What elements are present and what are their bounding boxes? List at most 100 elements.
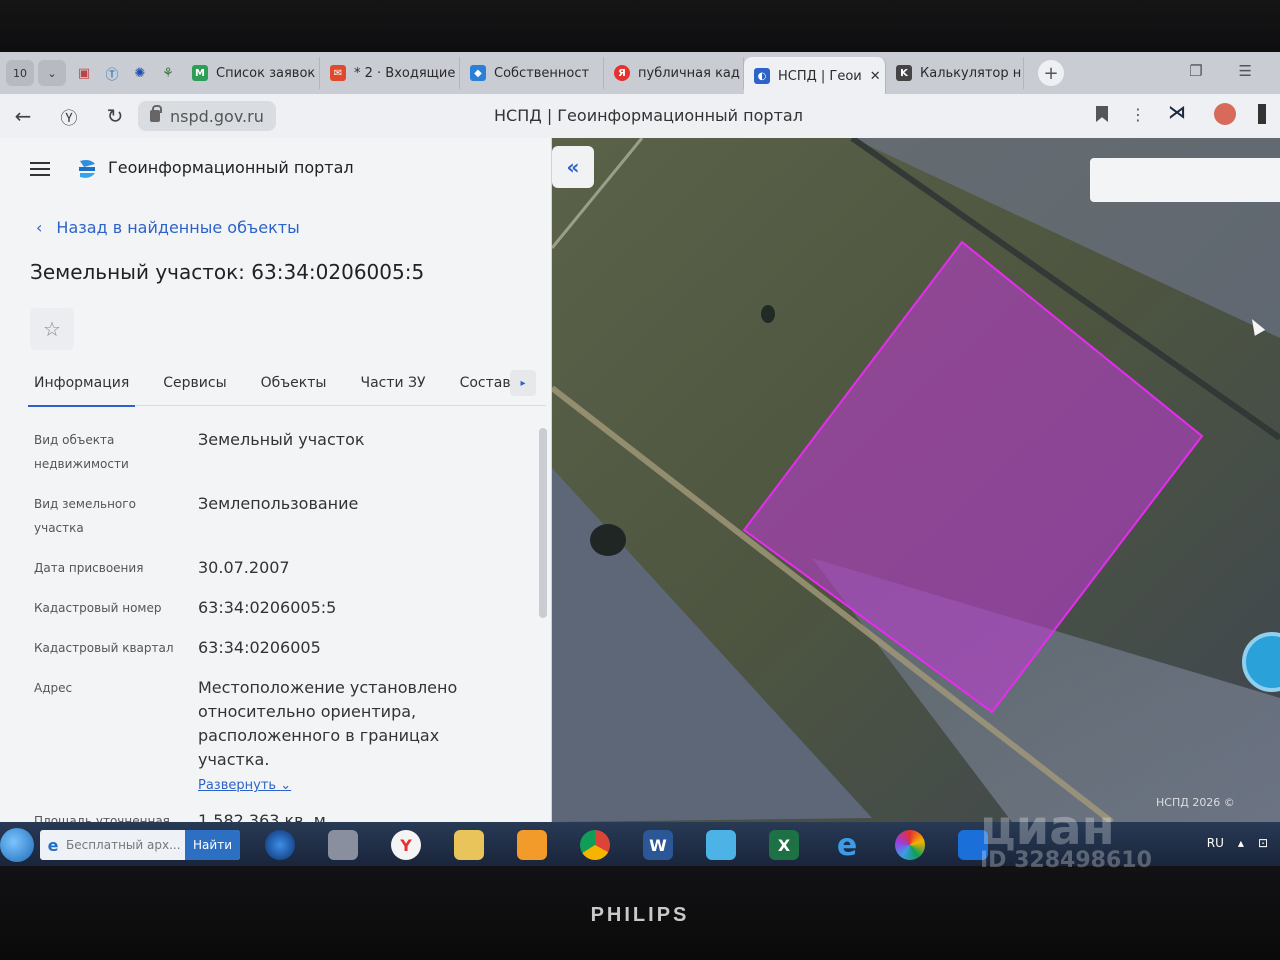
more-vertical-icon[interactable]: ⋮ (1130, 105, 1146, 124)
tab-1-favicon-icon: ✉ (330, 65, 346, 81)
back-link-label: Назад в найденные объекты (56, 218, 300, 237)
address-bar: ← Ⓨ ↻ nspd.gov.ru НСПД | Геоинформационн… (0, 94, 1280, 138)
word-icon[interactable]: W (632, 825, 684, 865)
excel-icon[interactable]: X (758, 825, 810, 865)
cube-app-icon[interactable] (695, 825, 747, 865)
property-value: Землепользование (198, 494, 359, 513)
reload-icon[interactable]: ↻ (92, 94, 138, 138)
tab-3-label: публичная кад (638, 65, 740, 81)
property-key: Вид объекта недвижимости (34, 433, 129, 471)
tab-4-active[interactable]: ◐ НСПД | Геои ✕ (744, 57, 886, 95)
tab-4-favicon-icon: ◐ (754, 68, 770, 84)
chevron-left-icon: ‹ (36, 218, 43, 237)
file-explorer-icon[interactable] (443, 825, 495, 865)
photo-viewer-icon[interactable] (884, 825, 936, 865)
extension-avatar-icon[interactable] (1214, 103, 1236, 125)
tab-2[interactable]: ◆ Собственност (460, 57, 604, 89)
menu-icon[interactable]: ☰ (1239, 62, 1252, 80)
panel-scrollbar[interactable] (538, 416, 548, 816)
tab-counter[interactable]: 10 (6, 60, 34, 86)
tabs-scroll-right-icon[interactable]: ▸ (510, 370, 536, 396)
property-row: Кадастровый номер 63:34:0206005:5 (34, 596, 534, 620)
ie-search-icon: e (47, 835, 59, 855)
satellite-imagery (552, 138, 1280, 822)
url-text: nspd.gov.ru (170, 106, 264, 126)
system-tray: RU ▴ ⊡ (1207, 836, 1268, 850)
tab-parts[interactable]: Части ЗУ (360, 360, 425, 406)
property-key: Вид земельного участка (34, 497, 136, 535)
tab-2-label: Собственност (494, 65, 590, 81)
tab-objects[interactable]: Объекты (261, 360, 327, 406)
property-row: Адрес Местоположение установлено относит… (34, 676, 534, 793)
tab-composition[interactable]: Состав (460, 360, 511, 406)
back-arrow-icon[interactable]: ← (0, 94, 46, 138)
tab-2-favicon-icon: ◆ (470, 65, 486, 81)
close-tab-icon[interactable]: ✕ (870, 69, 881, 84)
taskbar-search-button[interactable]: Найти (185, 830, 240, 860)
pinned-tab-1-icon[interactable]: ▣ (70, 59, 98, 87)
screen: 10 ⌄ ▣ Ⓣ ✺ ⚘ M Список заявок ✉ * 2 · Вхо… (0, 52, 1280, 868)
pinned-tab-4-icon[interactable]: ⚘ (154, 59, 182, 87)
monitor-bezel-bottom: PHILIPS (0, 866, 1280, 960)
scrollbar-thumb[interactable] (539, 428, 547, 618)
lock-icon (150, 105, 162, 122)
language-indicator[interactable]: RU (1207, 836, 1224, 850)
extension-k-icon[interactable]: ⋊ (1168, 102, 1192, 126)
satellite-map[interactable]: « НСПД 2026 © (552, 138, 1280, 822)
property-key: Дата присвоения (34, 561, 144, 575)
property-value: 63:34:0206005 (198, 638, 321, 657)
tab-3[interactable]: Я публичная кад (604, 57, 744, 89)
collections-icon[interactable]: ❐ (1189, 62, 1202, 80)
property-value: 30.07.2007 (198, 558, 290, 577)
internet-explorer-icon[interactable]: e (821, 825, 873, 865)
browser-tab-strip: 10 ⌄ ▣ Ⓣ ✺ ⚘ M Список заявок ✉ * 2 · Вхо… (0, 52, 1280, 95)
portal-name: Геоинформационный портал (108, 158, 354, 177)
property-key: Кадастровый номер (34, 601, 162, 615)
back-to-results-link[interactable]: ‹ Назад в найденные объекты (36, 218, 300, 237)
url-field[interactable]: nspd.gov.ru (138, 101, 276, 131)
extension-edge-icon[interactable] (1258, 104, 1266, 124)
globe-app-icon[interactable] (254, 825, 306, 865)
property-row: Кадастровый квартал 63:34:0206005 (34, 636, 534, 660)
portal-logo-icon (79, 160, 95, 178)
chevron-down-icon: ⌄ (280, 778, 292, 793)
pinned-tab-3-icon[interactable]: ✺ (126, 59, 154, 87)
chrome-icon[interactable] (569, 825, 621, 865)
tray-arrow-icon[interactable]: ▴ (1238, 836, 1244, 850)
new-tab-plus-icon[interactable]: + (1038, 60, 1064, 86)
installer-app-icon[interactable] (317, 825, 369, 865)
tab-0-favicon-icon: M (192, 65, 208, 81)
property-row: Дата присвоения 30.07.2007 (34, 556, 534, 580)
tab-5[interactable]: K Калькулятор н (886, 57, 1024, 89)
tab-1-label: * 2 · Входящие (354, 65, 456, 81)
tab-services[interactable]: Сервисы (163, 360, 226, 406)
taskbar-search[interactable]: e Бесплатный арх... Найти (40, 830, 240, 860)
bookmark-icon[interactable] (1096, 106, 1108, 122)
tab-4-label: НСПД | Геои (778, 68, 862, 84)
network-icon[interactable]: ⊡ (1258, 836, 1268, 850)
favorite-star-button[interactable]: ☆ (30, 308, 74, 350)
taskbar-search-input[interactable]: Бесплатный арх... (66, 838, 185, 852)
property-key: Кадастровый квартал (34, 641, 174, 655)
yandex-icon[interactable]: Ⓨ (46, 94, 92, 138)
start-button-icon[interactable] (0, 828, 34, 862)
tab-0[interactable]: M Список заявок (182, 57, 320, 89)
yandex-browser-icon[interactable]: Y (380, 825, 432, 865)
map-search-box[interactable] (1090, 158, 1280, 202)
property-value: Земельный участок (198, 430, 365, 449)
property-row: Вид объекта недвижимости Земельный участ… (34, 428, 534, 476)
tab-1[interactable]: ✉ * 2 · Входящие (320, 57, 460, 89)
pinned-tab-2-icon[interactable]: Ⓣ (98, 59, 126, 87)
hamburger-menu-icon[interactable] (30, 162, 50, 176)
property-value: Местоположение установлено относительно … (198, 678, 458, 769)
property-key: Адрес (34, 681, 73, 695)
info-panel: Геоинформационный портал ‹ Назад в найде… (0, 138, 552, 830)
expand-address-link[interactable]: Развернуть ⌄ (198, 778, 291, 793)
watermark-id: ID 328498610 (980, 848, 1152, 873)
tab-information[interactable]: Информация (27, 360, 136, 407)
tab-list-chevron-icon[interactable]: ⌄ (38, 60, 66, 86)
collapse-panel-button[interactable]: « (552, 146, 594, 188)
media-player-icon[interactable] (506, 825, 558, 865)
map-copyright: НСПД 2026 © (1156, 796, 1235, 809)
double-chevron-left-icon: « (566, 155, 580, 179)
